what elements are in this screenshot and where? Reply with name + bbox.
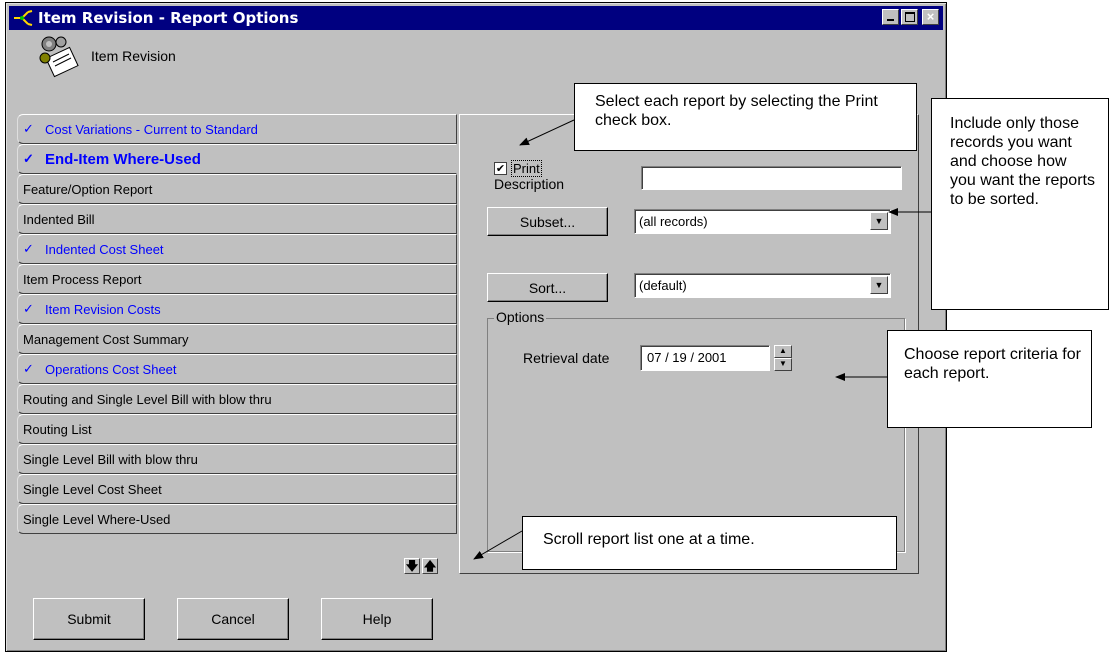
callout-arrows [473,119,931,560]
arrow-to-scroll [473,530,523,560]
arrow-to-print [519,119,575,146]
